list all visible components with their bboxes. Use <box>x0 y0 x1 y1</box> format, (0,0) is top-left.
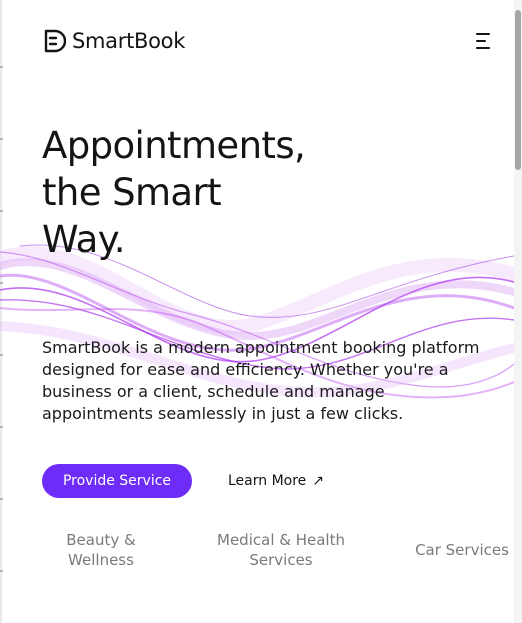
smartbook-logo-icon <box>44 29 66 53</box>
brand-name: SmartBook <box>72 29 186 53</box>
provide-service-button[interactable]: Provide Service <box>42 464 192 498</box>
category-label: Beauty & <box>66 531 136 549</box>
category-beauty-wellness[interactable]: Beauty & Wellness <box>54 530 148 570</box>
window-edge-tick <box>0 66 3 68</box>
category-medical-health[interactable]: Medical & Health Services <box>211 530 351 570</box>
hero-description: SmartBook is a modern appointment bookin… <box>42 338 480 423</box>
hero-title: Appointments, the Smart Way. <box>42 122 362 263</box>
hero-title-line: Appointments, <box>42 124 306 167</box>
logo[interactable]: SmartBook <box>44 27 185 55</box>
window-edge-tick <box>0 498 3 500</box>
learn-more-link[interactable]: Learn More ↗ <box>228 470 324 492</box>
category-label: Medical & Health <box>217 531 345 549</box>
arrow-up-right-icon: ↗ <box>312 473 325 489</box>
vertical-scrollbar[interactable] <box>514 0 522 623</box>
hero-title-line: Way. <box>42 218 125 261</box>
window-edge-tick <box>0 570 3 572</box>
scrollbar-thumb[interactable] <box>515 10 521 170</box>
window-edge-tick <box>0 210 3 212</box>
window-edge-tick <box>0 138 3 140</box>
window-edge-tick <box>0 426 3 428</box>
category-label: Car Services <box>415 541 509 559</box>
hamburger-menu-icon[interactable] <box>476 33 494 49</box>
category-car-services[interactable]: Car Services <box>410 540 514 560</box>
menu-bar-top <box>476 33 490 35</box>
category-label: Services <box>249 551 313 569</box>
category-label: Wellness <box>68 551 134 569</box>
menu-bar-bottom <box>476 47 490 49</box>
menu-bar-middle <box>476 40 486 42</box>
learn-more-label: Learn More <box>228 473 307 489</box>
site-header: SmartBook <box>44 27 494 55</box>
hero-title-line: the Smart <box>42 171 222 214</box>
